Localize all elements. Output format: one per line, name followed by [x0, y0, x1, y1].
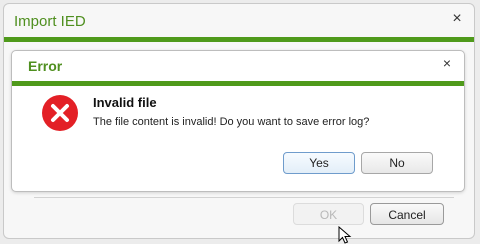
- divider: [34, 197, 454, 198]
- error-dialog-title: Error: [28, 58, 63, 74]
- title-accent-bar: [12, 81, 464, 86]
- error-dialog: Error × Invalid file The file content is…: [11, 50, 465, 192]
- error-message: The file content is invalid! Do you want…: [93, 116, 370, 128]
- import-ied-close-icon[interactable]: ×: [448, 10, 466, 28]
- error-heading: Invalid file: [93, 95, 157, 110]
- ok-button[interactable]: OK: [293, 203, 364, 225]
- error-dialog-close-icon[interactable]: ×: [439, 55, 455, 71]
- no-button[interactable]: No: [361, 152, 433, 174]
- error-x-circle-icon: [42, 95, 78, 131]
- import-ied-title: Import IED: [14, 13, 86, 30]
- cancel-button[interactable]: Cancel: [370, 203, 444, 225]
- yes-button[interactable]: Yes: [283, 152, 355, 174]
- mouse-cursor-icon: [338, 226, 352, 244]
- title-accent-bar: [4, 37, 474, 42]
